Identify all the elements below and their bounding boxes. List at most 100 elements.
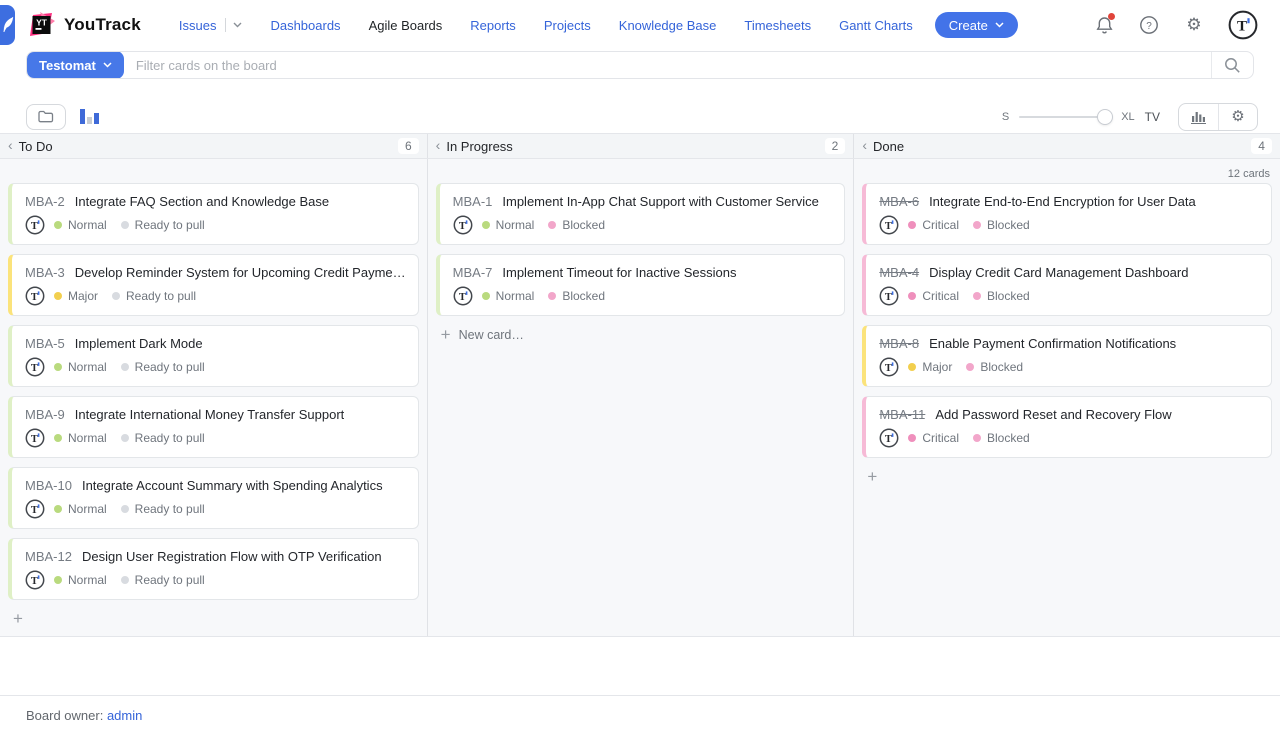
collapse-chevron-icon[interactable]: ‹ <box>436 137 441 153</box>
card-header-row: MBA-1Implement In-App Chat Support with … <box>453 194 833 209</box>
card-fields-row: TCriticalBlocked <box>879 215 1259 235</box>
priority-label: Major <box>68 289 98 303</box>
priority-dot <box>908 221 916 229</box>
issue-card[interactable]: MBA-8 Enable Payment Confirmation Notific… <box>862 325 1272 387</box>
board-owner-link[interactable]: admin <box>107 708 142 723</box>
priority-label: Normal <box>68 218 107 232</box>
search-icon[interactable] <box>1211 51 1253 79</box>
card-fields-row: TNormalBlocked <box>453 286 833 306</box>
nav-item-knowledge-base[interactable]: Knowledge Base <box>619 18 717 33</box>
card-id[interactable]: MBA-11 <box>879 407 925 422</box>
chevron-down-icon[interactable] <box>233 22 242 28</box>
top-right-controls: ? ⚙ T <box>1093 10 1280 40</box>
notifications-bell-icon[interactable] <box>1093 14 1115 36</box>
youtrack-logo[interactable]: YT YouTrack <box>28 12 141 39</box>
column-title: Done <box>873 139 904 154</box>
priority-label: Normal <box>68 502 107 516</box>
card-header-row: MBA-7Implement Timeout for Inactive Sess… <box>453 265 833 280</box>
issue-card[interactable]: MBA-1Implement In-App Chat Support with … <box>436 183 846 245</box>
board-settings-button[interactable]: ⚙ <box>1218 104 1257 130</box>
svg-text:T: T <box>31 505 38 516</box>
settings-gear-icon[interactable]: ⚙ <box>1183 14 1205 36</box>
nav-item-reports[interactable]: Reports <box>470 18 516 33</box>
svg-text:T: T <box>459 292 466 303</box>
new-card-button[interactable]: +New card… <box>436 325 846 343</box>
nav-item-issues[interactable]: Issues <box>179 18 217 33</box>
assignee-avatar-icon: T <box>25 357 45 377</box>
collapse-chevron-icon[interactable]: ‹ <box>8 137 13 153</box>
tv-mode-button[interactable]: TV <box>1145 110 1160 124</box>
priority-dot <box>908 292 916 300</box>
card-title: Enable Payment Confirmation Notification… <box>929 336 1176 351</box>
project-selector-button[interactable]: Testomat <box>27 51 124 79</box>
slider-handle[interactable] <box>1097 109 1113 125</box>
histogram-icon <box>80 108 99 125</box>
folder-icon-button[interactable] <box>26 104 66 130</box>
column-title: In Progress <box>446 139 512 154</box>
board-chart-button[interactable] <box>1179 104 1218 130</box>
nav-item-gantt-charts[interactable]: Gantt Charts <box>839 18 913 33</box>
view-segmented-control: ⚙ <box>1178 103 1258 131</box>
assignee-avatar-icon: T <box>879 286 899 306</box>
card-header-row: MBA-3Develop Reminder System for Upcomin… <box>25 265 406 280</box>
board-column-in-progress: MBA-1Implement In-App Chat Support with … <box>427 159 854 636</box>
issue-card[interactable]: MBA-2Integrate FAQ Section and Knowledge… <box>8 183 419 245</box>
card-id[interactable]: MBA-12 <box>25 549 72 564</box>
size-slider[interactable] <box>1019 109 1111 125</box>
card-id[interactable]: MBA-6 <box>879 194 919 209</box>
nav-item-agile-boards[interactable]: Agile Boards <box>369 18 443 33</box>
issue-card[interactable]: MBA-11 Add Password Reset and Recovery Fl… <box>862 396 1272 458</box>
assignee-avatar: T <box>25 215 45 235</box>
new-card-button[interactable]: + <box>862 467 1272 485</box>
nav-item-timesheets[interactable]: Timesheets <box>744 18 811 33</box>
card-id[interactable]: MBA-1 <box>453 194 493 209</box>
chart-view-toggle[interactable] <box>80 108 99 125</box>
issue-card[interactable]: MBA-7Implement Timeout for Inactive Sess… <box>436 254 846 316</box>
state-dot <box>548 221 556 229</box>
priority-dot <box>908 363 916 371</box>
card-fields-row: TNormalReady to pull <box>25 357 406 377</box>
card-header-row: MBA-11 Add Password Reset and Recovery Fl… <box>879 407 1259 422</box>
priority-dot <box>54 221 62 229</box>
priority-label: Normal <box>68 431 107 445</box>
state-label: Ready to pull <box>135 218 205 232</box>
collapse-chevron-icon[interactable]: ‹ <box>862 137 867 153</box>
svg-text:T: T <box>885 221 892 232</box>
card-id[interactable]: MBA-10 <box>25 478 72 493</box>
filter-input[interactable] <box>124 58 1211 73</box>
state-dot <box>973 221 981 229</box>
analytics-icon <box>1191 110 1207 124</box>
priority-dot <box>54 576 62 584</box>
issue-card[interactable]: MBA-5Implement Dark ModeTNormalReady to … <box>8 325 419 387</box>
help-icon[interactable]: ? <box>1138 14 1160 36</box>
issue-card[interactable]: MBA-6Integrate End-to-End Encryption for… <box>862 183 1272 245</box>
card-id[interactable]: MBA-5 <box>25 336 65 351</box>
card-id[interactable]: MBA-9 <box>25 407 65 422</box>
state-label: Blocked <box>987 218 1030 232</box>
card-id[interactable]: MBA-4 <box>879 265 919 280</box>
assignee-avatar-icon: T <box>879 357 899 377</box>
user-avatar[interactable]: T <box>1228 10 1258 40</box>
card-header-row: MBA-4Display Credit Card Management Dash… <box>879 265 1259 280</box>
issue-card[interactable]: MBA-10Integrate Account Summary with Spe… <box>8 467 419 529</box>
card-id[interactable]: MBA-3 <box>25 265 65 280</box>
state-label: Blocked <box>562 289 605 303</box>
nav-item-projects[interactable]: Projects <box>544 18 591 33</box>
agile-board: 12 cards MBA-2Integrate FAQ Section and … <box>0 159 1280 637</box>
create-button[interactable]: Create <box>935 12 1018 38</box>
svg-text:T: T <box>31 576 38 587</box>
card-id[interactable]: MBA-8 <box>879 336 919 351</box>
sidebar-toggle[interactable] <box>0 5 15 45</box>
card-fields-row: T Normal Ready to pull <box>25 215 406 235</box>
issue-card[interactable]: MBA-12Design User Registration Flow with… <box>8 538 419 600</box>
issue-card[interactable]: MBA-9Integrate International Money Trans… <box>8 396 419 458</box>
state-label: Ready to pull <box>135 431 205 445</box>
nav-item-dashboards[interactable]: Dashboards <box>270 18 340 33</box>
svg-text:T: T <box>885 363 892 374</box>
issue-card[interactable]: MBA-3Develop Reminder System for Upcomin… <box>8 254 419 316</box>
card-id[interactable]: MBA-7 <box>453 265 493 280</box>
new-card-button[interactable]: + <box>8 609 419 627</box>
issue-card[interactable]: MBA-4Display Credit Card Management Dash… <box>862 254 1272 316</box>
card-id[interactable]: MBA-2 <box>25 194 65 209</box>
card-title: Add Password Reset and Recovery Flow <box>935 407 1171 422</box>
